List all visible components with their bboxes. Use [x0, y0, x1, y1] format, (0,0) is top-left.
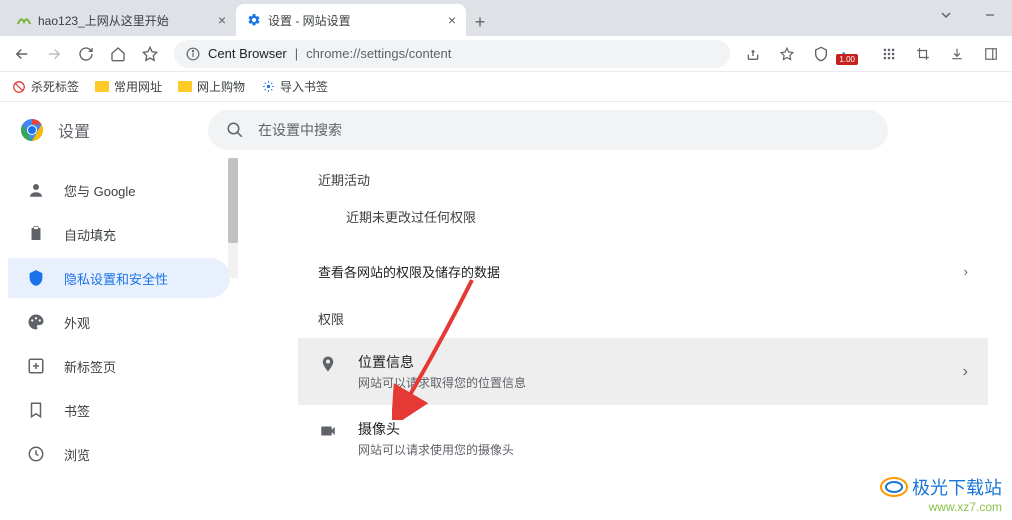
flag-icon[interactable]: 1.00: [842, 40, 868, 68]
bookmark-shopping[interactable]: 网上购物: [178, 78, 245, 95]
perm-title: 位置信息: [358, 352, 526, 372]
tab-title: 设置 - 网站设置: [268, 12, 442, 29]
permission-camera-row[interactable]: 摄像头 网站可以请求使用您的摄像头: [298, 405, 988, 472]
person-icon: [26, 180, 46, 200]
hao123-favicon: [16, 12, 32, 28]
download-icon[interactable]: [944, 40, 970, 68]
address-bar[interactable]: Cent Browser | chrome://settings/content: [174, 40, 730, 68]
perm-title: 摄像头: [358, 419, 514, 439]
folder-icon: [95, 81, 109, 92]
plus-square-icon: [26, 356, 46, 376]
perm-sub: 网站可以请求取得您的位置信息: [358, 374, 526, 391]
close-icon[interactable]: ×: [448, 12, 456, 28]
back-button[interactable]: [8, 40, 36, 68]
crop-icon[interactable]: [910, 40, 936, 68]
camera-icon: [318, 421, 338, 441]
gear-icon: [246, 12, 262, 28]
forward-button[interactable]: [40, 40, 68, 68]
clipboard-icon: [26, 224, 46, 244]
shield-icon[interactable]: [808, 40, 834, 68]
sidebar-item-you-google[interactable]: 您与 Google: [8, 170, 230, 210]
settings-sidebar: 您与 Google 自动填充 隐私设置和安全性 外观 新标签页 书签 浏览: [0, 158, 238, 520]
search-placeholder: 在设置中搜索: [258, 120, 342, 140]
chevron-right-icon: ›: [964, 264, 968, 279]
recent-activity-text: 近期未更改过任何权限: [298, 199, 988, 246]
sidebar-item-appearance[interactable]: 外观: [8, 302, 230, 342]
address-url: chrome://settings/content: [306, 46, 451, 61]
tab-title: hao123_上网从这里开始: [38, 12, 212, 29]
search-icon: [226, 121, 244, 139]
chevron-right-icon: ›: [963, 363, 968, 381]
permission-location-row[interactable]: 位置信息 网站可以请求取得您的位置信息 ›: [298, 338, 988, 405]
bookmark-kill-tabs[interactable]: 杀死标签: [12, 78, 79, 95]
sidebar-item-newtab[interactable]: 新标签页: [8, 346, 230, 386]
view-all-sites-row[interactable]: 查看各网站的权限及储存的数据 ›: [298, 246, 988, 297]
bookmark-icon[interactable]: [774, 40, 800, 68]
bookmark-icon: [26, 400, 46, 420]
bookmark-import[interactable]: 导入书签: [261, 78, 328, 95]
recent-activity-label: 近期活动: [298, 158, 988, 199]
scrollbar-thumb[interactable]: [228, 158, 238, 243]
bookmark-common-sites[interactable]: 常用网址: [95, 78, 162, 95]
reload-button[interactable]: [72, 40, 100, 68]
sidebar-item-autofill[interactable]: 自动填充: [8, 214, 230, 254]
sidebar-item-browse[interactable]: 浏览: [8, 434, 230, 474]
badge: 1.00: [836, 54, 858, 65]
settings-header: 设置 在设置中搜索: [0, 102, 1012, 158]
watermark-logo-icon: [880, 476, 908, 498]
bookmarks-bar: 杀死标签 常用网址 网上购物 导入书签: [0, 72, 1012, 102]
settings-search-input[interactable]: 在设置中搜索: [208, 110, 888, 150]
toolbar: Cent Browser | chrome://settings/content…: [0, 36, 1012, 72]
history-icon: [26, 444, 46, 464]
close-icon[interactable]: ×: [218, 12, 226, 28]
share-icon[interactable]: [740, 40, 766, 68]
settings-content: 近期活动 近期未更改过任何权限 查看各网站的权限及储存的数据 › 权限 位置信息…: [238, 158, 1012, 520]
address-brand: Cent Browser: [208, 46, 287, 61]
settings-title: 设置: [58, 118, 90, 142]
tab-settings[interactable]: 设置 - 网站设置 ×: [236, 4, 466, 36]
location-icon: [318, 354, 338, 374]
sidebar-item-bookmarks[interactable]: 书签: [8, 390, 230, 430]
palette-icon: [26, 312, 46, 332]
perm-sub: 网站可以请求使用您的摄像头: [358, 441, 514, 458]
bookmark-star-button[interactable]: [136, 40, 164, 68]
chrome-logo-icon: [20, 118, 44, 142]
folder-icon: [178, 81, 192, 92]
apps-icon[interactable]: [876, 40, 902, 68]
window-controls: [924, 0, 1012, 30]
minimize-button[interactable]: [968, 0, 1012, 30]
gear-icon: [261, 80, 275, 94]
permissions-label: 权限: [298, 297, 988, 338]
site-info-icon[interactable]: [186, 47, 200, 61]
sidebar-item-privacy[interactable]: 隐私设置和安全性: [8, 258, 230, 298]
panel-icon[interactable]: [978, 40, 1004, 68]
new-tab-button[interactable]: +: [466, 8, 494, 36]
shield-icon: [26, 268, 46, 288]
tab-strip: hao123_上网从这里开始 × 设置 - 网站设置 × +: [0, 0, 1012, 36]
block-icon: [12, 80, 26, 94]
chevron-down-icon[interactable]: [924, 0, 968, 30]
tab-hao123[interactable]: hao123_上网从这里开始 ×: [6, 4, 236, 36]
watermark: 极光下载站 www.xz7.com: [880, 474, 1002, 514]
home-button[interactable]: [104, 40, 132, 68]
